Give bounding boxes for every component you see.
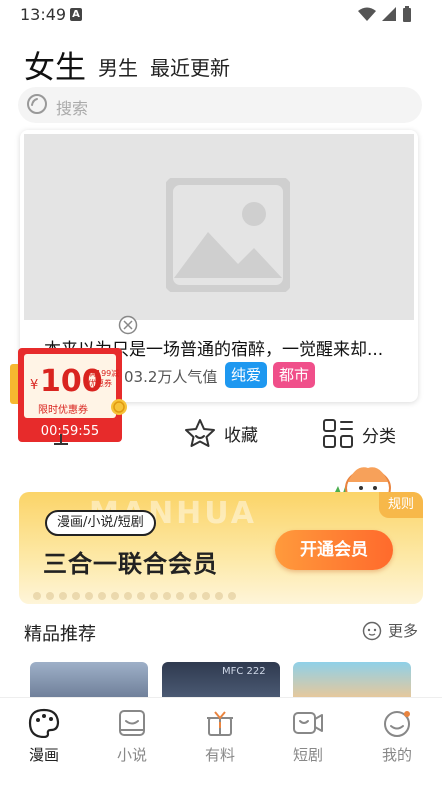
- tag-chunai[interactable]: 纯爱: [225, 362, 268, 388]
- coupon-label: 限时优惠券: [38, 405, 88, 416]
- gift-icon: [207, 711, 233, 736]
- nav-item-profile[interactable]: 我的: [367, 708, 427, 765]
- coupon-condition: 满199减优惠券: [88, 369, 120, 388]
- tag-dushi[interactable]: 都市: [273, 362, 316, 388]
- quick-action-partial[interactable]: [52, 428, 70, 446]
- profile-icon: [384, 711, 410, 737]
- categories-label: 分类: [362, 426, 396, 447]
- nav-label-shortdrama: 短剧: [292, 746, 323, 764]
- grid-icon: [323, 419, 353, 448]
- tab-male[interactable]: 男生: [98, 52, 138, 81]
- image-placeholder-icon: [166, 178, 290, 292]
- nav-item-novels[interactable]: 小说: [102, 708, 162, 765]
- search-bar[interactable]: 搜索: [18, 87, 422, 123]
- section-title-recommended: 精品推荐: [24, 624, 96, 645]
- status-time: 13:49: [20, 5, 67, 24]
- nav-item-comics[interactable]: 漫画: [14, 708, 74, 765]
- more-button[interactable]: 更多: [362, 620, 418, 641]
- banner-image-placeholder[interactable]: [24, 134, 414, 320]
- banner-popularity: 03.2万人气值: [124, 368, 218, 386]
- favorites-button[interactable]: 收藏: [184, 418, 258, 448]
- status-icons: [358, 5, 412, 23]
- categories-button[interactable]: 分类: [322, 418, 396, 450]
- signal-icon: [382, 7, 396, 21]
- more-dots-icon: [362, 621, 382, 640]
- palette-icon: [28, 708, 60, 738]
- more-label: 更多: [388, 622, 419, 640]
- coupon-currency: ¥: [30, 378, 39, 393]
- search-placeholder: 搜索: [56, 99, 89, 118]
- member-promo-banner[interactable]: MANHUA 漫画/小说/短剧 三合一联合会员 开通会员 规则: [19, 492, 423, 604]
- status-bar: 13:49 A: [0, 0, 442, 30]
- nav-label-profile: 我的: [381, 746, 412, 764]
- recommended-thumbnail-2[interactable]: MFC 222: [162, 662, 280, 698]
- recommended-thumbnail-3[interactable]: [293, 662, 411, 698]
- favorites-label: 收藏: [224, 425, 258, 446]
- tab-female[interactable]: 女生: [24, 42, 86, 87]
- search-icon: [27, 94, 47, 114]
- recommended-thumbnail-1[interactable]: [30, 662, 148, 698]
- tab-recent-updates[interactable]: 最近更新: [150, 52, 230, 81]
- hidden-action-icon: [54, 434, 68, 445]
- close-icon[interactable]: [118, 315, 138, 335]
- promo-category-pill: 漫画/小说/短剧: [45, 510, 156, 536]
- star-icon: [185, 419, 215, 447]
- bottom-nav: 漫画 小说 有料 短剧 我的: [0, 697, 442, 787]
- rules-button[interactable]: 规则: [379, 492, 423, 518]
- coupon-countdown: 00:59:55: [40, 424, 100, 439]
- battery-icon: [403, 6, 411, 22]
- open-membership-button[interactable]: 开通会员: [275, 530, 393, 570]
- thumbnail-2-caption: MFC 222: [222, 666, 266, 677]
- video-icon: [293, 712, 323, 734]
- coin-icon: [111, 399, 127, 415]
- coupon-paper: ¥ 100 满199减优惠券 限时优惠券 00:59:55: [18, 348, 122, 442]
- promo-decor-dots: [33, 592, 236, 600]
- nav-label-novels: 小说: [116, 746, 147, 764]
- promo-title: 三合一联合会员: [43, 550, 218, 578]
- wifi-icon: [358, 7, 376, 21]
- book-icon: [119, 710, 145, 736]
- sim-badge: A: [70, 8, 82, 21]
- nav-item-shortdrama[interactable]: 短剧: [278, 708, 338, 765]
- nav-item-feed[interactable]: 有料: [190, 708, 250, 765]
- nav-label-feed: 有料: [204, 746, 235, 764]
- coupon-inner: ¥ 100 满199减优惠券 限时优惠券: [24, 354, 119, 418]
- nav-label-comics: 漫画: [28, 746, 59, 764]
